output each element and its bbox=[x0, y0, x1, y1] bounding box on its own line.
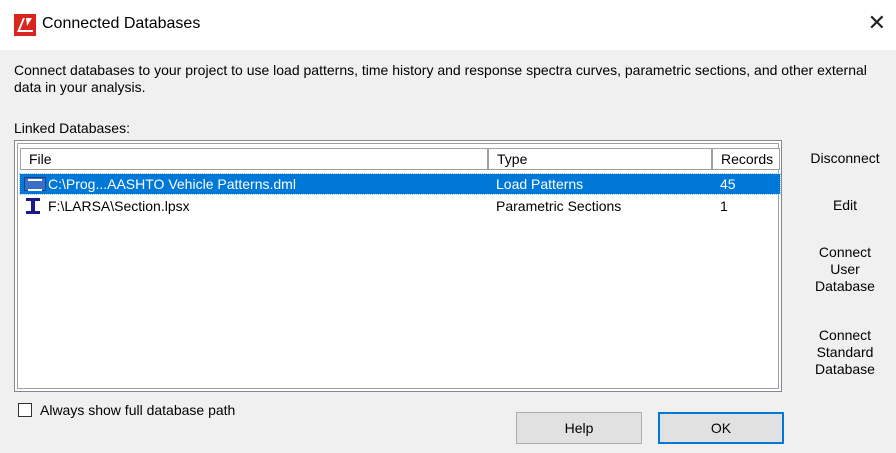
help-button[interactable]: Help bbox=[516, 412, 642, 444]
records-cell: 45 bbox=[720, 176, 736, 192]
larsa-logo-icon bbox=[14, 14, 36, 36]
records-cell: 1 bbox=[720, 198, 728, 214]
table-row[interactable]: C:\Prog...AASHTO Vehicle Patterns.dml Lo… bbox=[19, 173, 781, 195]
linked-databases-list[interactable]: File Type Records C:\Prog...AASHTO Vehic… bbox=[14, 140, 782, 392]
file-cell: F:\LARSA\Section.lpsx bbox=[48, 198, 190, 214]
list-frame: File Type Records C:\Prog...AASHTO Vehic… bbox=[17, 143, 781, 389]
connect-standard-line-1: Connect bbox=[818, 327, 872, 343]
edit-button[interactable]: Edit bbox=[796, 197, 894, 214]
connect-user-database-button[interactable]: Connect User Database bbox=[796, 244, 894, 295]
connect-standard-database-button[interactable]: Connect Standard Database bbox=[796, 327, 894, 378]
column-header-records[interactable]: Records bbox=[712, 148, 780, 170]
connect-user-line-1: Connect bbox=[818, 244, 872, 260]
linked-databases-label: Linked Databases: bbox=[14, 120, 130, 136]
window-title: Connected Databases bbox=[42, 15, 201, 32]
column-header-type[interactable]: Type bbox=[488, 148, 712, 170]
type-cell: Load Patterns bbox=[496, 176, 584, 192]
connect-standard-line-3: Database bbox=[815, 361, 875, 377]
title-bar: Connected Databases ✕ bbox=[0, 0, 896, 50]
table-row[interactable]: F:\LARSA\Section.lpsx Parametric Section… bbox=[20, 196, 780, 216]
close-icon[interactable]: ✕ bbox=[868, 11, 886, 35]
disconnect-button[interactable]: Disconnect bbox=[796, 150, 894, 167]
full-path-checkbox[interactable] bbox=[18, 403, 32, 417]
description-text: Connect databases to your project to use… bbox=[14, 62, 867, 95]
full-path-checkbox-label[interactable]: Always show full database path bbox=[40, 402, 235, 418]
ok-button[interactable]: OK bbox=[658, 412, 784, 444]
i-beam-section-icon bbox=[26, 198, 40, 214]
load-pattern-icon bbox=[24, 177, 46, 191]
file-cell: C:\Prog...AASHTO Vehicle Patterns.dml bbox=[48, 176, 296, 192]
connect-user-line-3: Database bbox=[815, 278, 875, 294]
type-cell: Parametric Sections bbox=[496, 198, 622, 214]
connect-user-line-2: User bbox=[830, 261, 860, 277]
column-header-file[interactable]: File bbox=[20, 148, 488, 170]
connect-standard-line-2: Standard bbox=[816, 344, 874, 360]
